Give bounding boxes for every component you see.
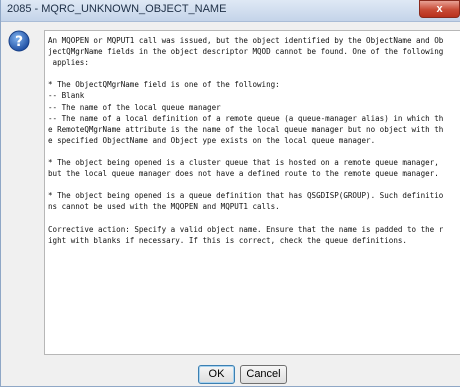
- message-line: e specified ObjectName and Object ype ex…: [48, 135, 376, 145]
- message-text: An MQOPEN or MQPUT1 call was issued, but…: [45, 31, 460, 246]
- message-line: * The object being opened is a cluster q…: [48, 158, 439, 168]
- cancel-button[interactable]: Cancel: [240, 365, 287, 384]
- message-line: * The object being opened is a queue def…: [48, 191, 444, 201]
- message-line: -- The name of a local definition of a r…: [48, 113, 444, 123]
- message-line: Corrective action: Specify a valid objec…: [48, 224, 444, 234]
- svg-text:?: ?: [15, 34, 23, 50]
- message-line: but the local queue manager does not hav…: [48, 169, 439, 179]
- message-line: -- The name of the local queue manager: [48, 102, 221, 112]
- message-line: e RemoteQMgrName attribute is the name o…: [48, 124, 444, 134]
- message-line: ns cannot be used with the MQOPEN and MQ…: [48, 202, 280, 212]
- message-line: -- Blank: [48, 91, 85, 101]
- message-line: * The ObjectQMgrName field is one of the…: [48, 80, 280, 90]
- close-button[interactable]: x: [419, 0, 460, 18]
- window-title: 2085 - MQRC_UNKNOWN_OBJECT_NAME: [7, 3, 227, 15]
- message-line: applies:: [48, 58, 89, 68]
- ok-button[interactable]: OK: [198, 365, 235, 384]
- message-line: An MQOPEN or MQPUT1 call was issued, but…: [48, 36, 444, 45]
- message-line: ight with blanks if necessary. If this i…: [48, 235, 407, 245]
- title-bar[interactable]: 2085 - MQRC_UNKNOWN_OBJECT_NAME x: [1, 0, 460, 22]
- dialog-window: 2085 - MQRC_UNKNOWN_OBJECT_NAME x ? An M…: [0, 0, 460, 387]
- message-text-area[interactable]: An MQOPEN or MQPUT1 call was issued, but…: [44, 30, 460, 355]
- question-icon: ?: [8, 30, 30, 52]
- message-line: jectQMgrName fields in the object descri…: [48, 47, 444, 57]
